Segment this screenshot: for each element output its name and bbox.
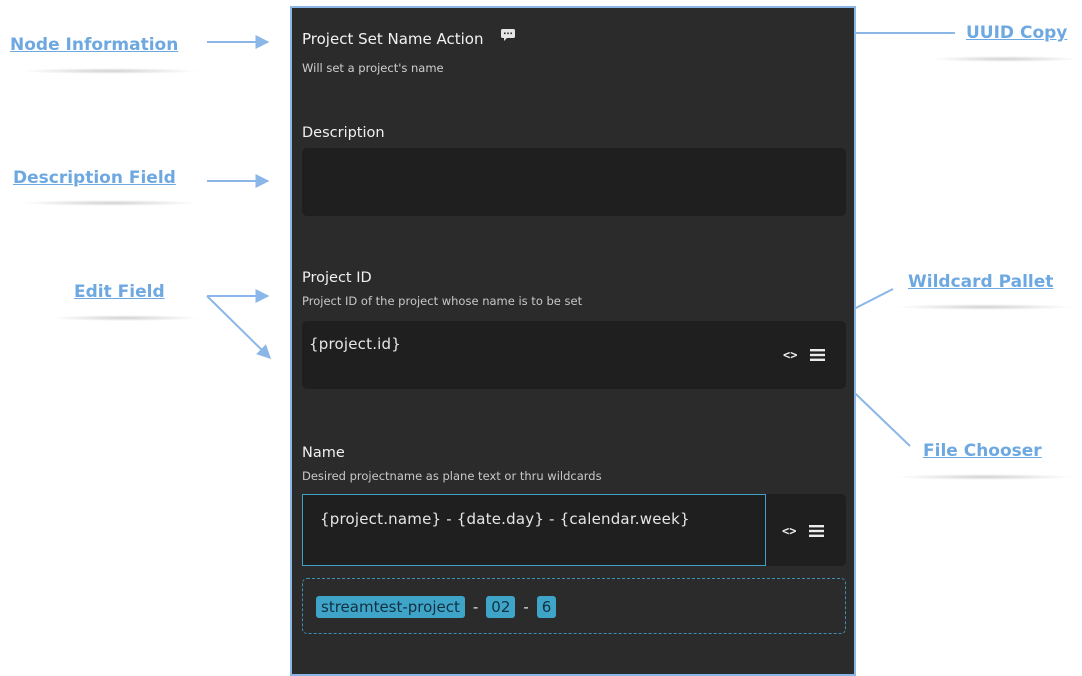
name-label: Name	[302, 445, 345, 461]
name-help: Desired projectname as plane text or thr…	[302, 469, 602, 483]
arrow-edit-field-2	[206, 295, 271, 359]
code-brackets-icon[interactable]: <>	[783, 348, 797, 362]
name-value: {project.name} - {date.day} - {calendar.…	[320, 510, 690, 528]
preview-chip-project: streamtest-project	[316, 596, 465, 618]
name-field-actions: <>	[766, 494, 846, 566]
project-id-field[interactable]: {project.id} <>	[302, 321, 846, 389]
code-brackets-icon[interactable]: <>	[782, 524, 796, 538]
description-label: Description	[302, 125, 385, 141]
preview-chip-day: 02	[486, 596, 516, 618]
list-icon[interactable]	[809, 525, 824, 537]
project-id-label: Project ID	[302, 270, 372, 286]
name-input[interactable]: {project.name} - {date.day} - {calendar.…	[302, 494, 766, 566]
node-settings-panel: Project Set Name Action Will set a proje…	[290, 6, 856, 676]
preview-separator: -	[472, 598, 479, 616]
project-id-value: {project.id}	[309, 335, 402, 353]
project-id-help: Project ID of the project whose name is …	[302, 294, 583, 308]
message-icon[interactable]	[501, 29, 515, 41]
preview-separator: -	[523, 598, 529, 616]
name-preview: streamtest-project - 02 - 6	[302, 578, 846, 634]
list-icon[interactable]	[810, 349, 825, 361]
description-field[interactable]	[302, 148, 846, 216]
preview-chip-week: 6	[536, 596, 557, 618]
node-title: Project Set Name Action	[302, 30, 484, 48]
node-subtitle: Will set a project's name	[302, 61, 444, 75]
